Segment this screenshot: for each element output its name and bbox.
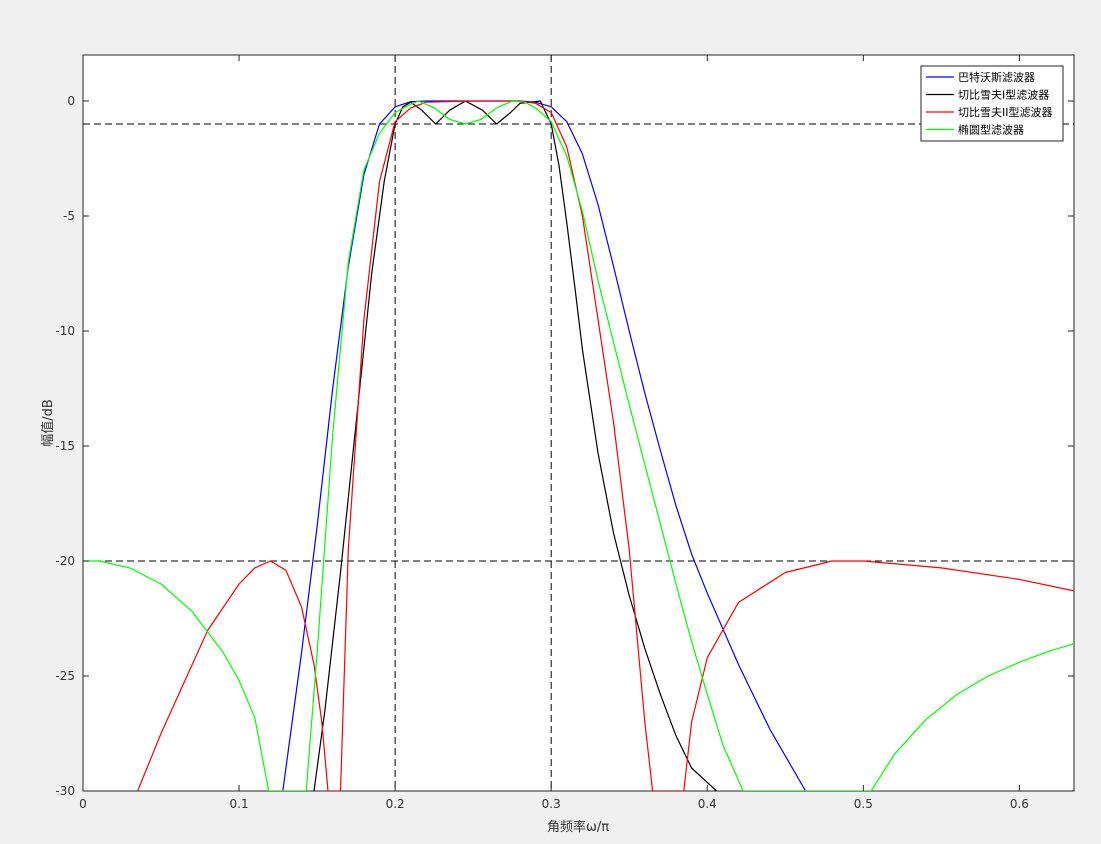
legend: 巴特沃斯滤波器切比雪夫I型滤波器切比雪夫II型滤波器椭圆型滤波器 — [920, 65, 1064, 142]
x-tick-label-0: 0 — [79, 797, 87, 811]
y-axis-label: 幅值/dB — [40, 399, 56, 447]
x-tick-label-4: 0.4 — [698, 797, 717, 811]
x-tick-label-5: 0.5 — [854, 797, 873, 811]
y-tick-label-5: -25 — [55, 669, 75, 683]
legend-label-1: 切比雪夫I型滤波器 — [958, 88, 1049, 102]
legend-label-2: 切比雪夫II型滤波器 — [958, 105, 1053, 119]
x-tick-label-2: 0.2 — [386, 797, 405, 811]
plot-area — [82, 54, 1075, 792]
y-tick-label-1: -5 — [63, 209, 75, 223]
filter-response-figure: 0 0.1 0.2 0.3 0.4 0.5 0.6 0 -5 -10 -15 -20 -25 -30 角频… — [40, 54, 1075, 835]
y-tick-label-2: -10 — [55, 324, 75, 338]
y-tick-label-0: 0 — [67, 94, 75, 108]
legend-label-0: 巴特沃斯滤波器 — [958, 70, 1035, 84]
legend-label-3: 椭圆型滤波器 — [958, 123, 1024, 137]
y-tick-label-4: -20 — [55, 554, 75, 568]
y-tick-label-3: -15 — [55, 439, 75, 453]
x-tick-label-3: 0.3 — [542, 797, 561, 811]
x-axis-label: 角频率ω/π — [547, 819, 609, 835]
x-tick-label-6: 0.6 — [1010, 797, 1029, 811]
x-tick-label-1: 0.1 — [230, 797, 249, 811]
y-tick-label-6: -30 — [55, 784, 75, 798]
